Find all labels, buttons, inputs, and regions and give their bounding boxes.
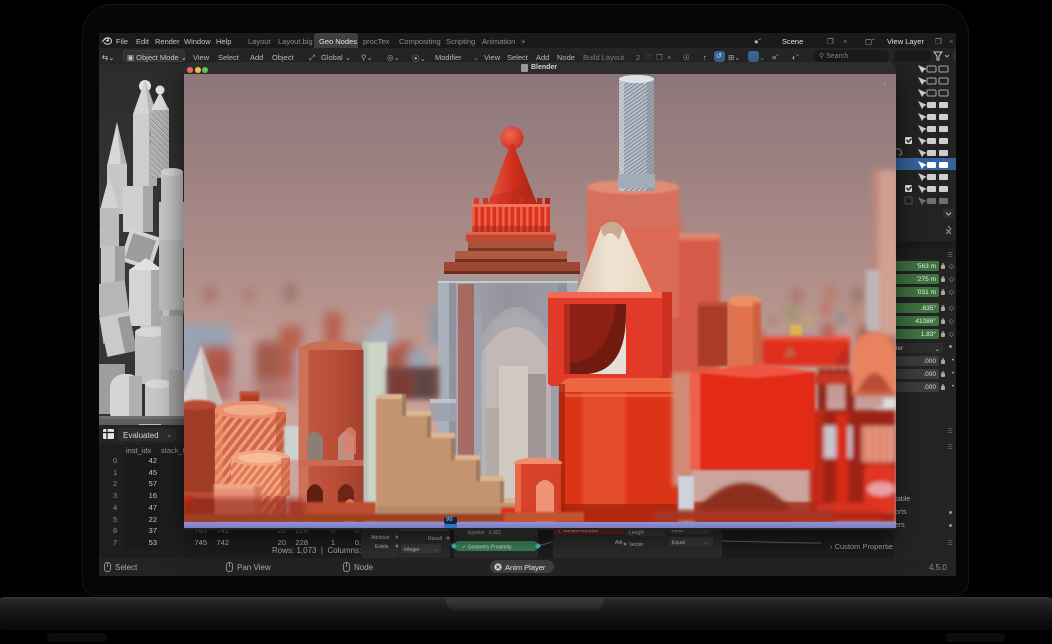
svg-text:Integer: Integer <box>404 547 420 553</box>
svg-text:⌄: ⌄ <box>704 540 708 546</box>
svg-text:Attribute: Attribute <box>371 535 390 541</box>
svg-text:Vector: Vector <box>629 542 644 548</box>
svg-text:Result: Result <box>428 536 443 542</box>
svg-text:Length: Length <box>629 530 645 536</box>
svg-text:✓ Geometry Proximity: ✓ Geometry Proximity <box>462 545 512 551</box>
svg-text:⌄: ⌄ <box>434 547 438 553</box>
svg-text:Epsilon 0.001: Epsilon 0.001 <box>468 530 501 536</box>
svg-text:Equal: Equal <box>672 540 685 546</box>
svg-text:Exists: Exists <box>375 544 389 550</box>
